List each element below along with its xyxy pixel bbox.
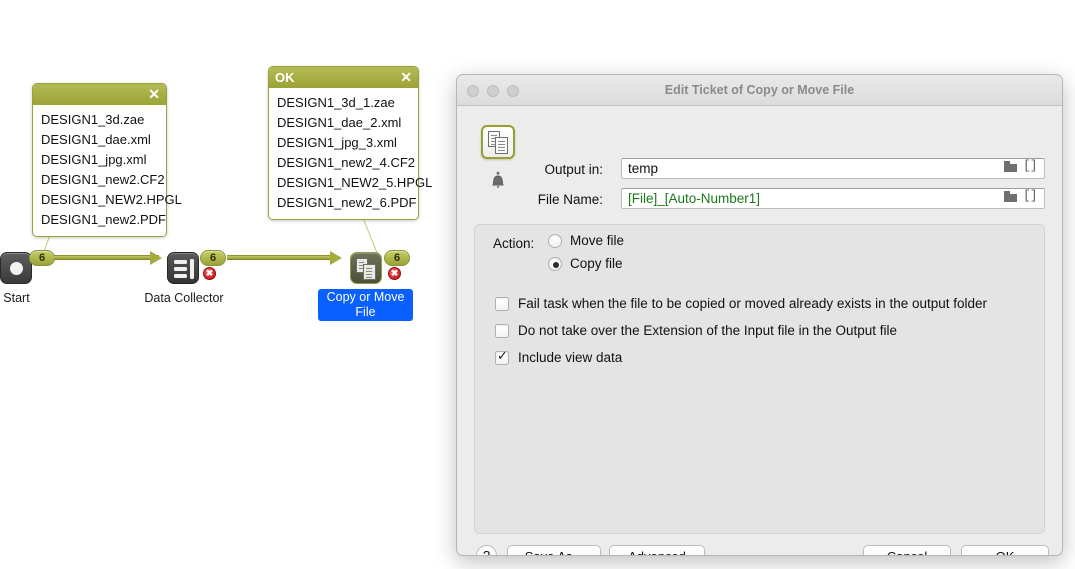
radio-move-file-control[interactable]	[548, 233, 562, 248]
badge-start-count[interactable]: 6	[29, 250, 55, 266]
close-icon[interactable]: ✕	[400, 67, 412, 88]
file-name-label: File Name:	[537, 192, 603, 207]
copy-doc-front	[363, 264, 376, 280]
list-item: DESIGN1_dae.xml	[41, 132, 151, 147]
collector-bar-1	[174, 260, 187, 264]
output-field-icons: []	[1004, 159, 1038, 172]
list-item: DESIGN1_jpg.xml	[41, 152, 147, 167]
list-item: DESIGN1_new2.CF2	[41, 172, 165, 187]
badge-collector-count[interactable]: 6	[200, 250, 226, 266]
advanced-button[interactable]: Advanced	[609, 545, 705, 556]
popup-2-header: OK ✕	[269, 67, 418, 88]
variable-brackets-icon[interactable]: []	[1023, 159, 1038, 172]
popup-1-file-list: DESIGN1_3d.zae DESIGN1_dae.xml DESIGN1_j…	[33, 105, 182, 236]
variable-brackets-icon[interactable]: []	[1023, 189, 1038, 202]
list-item: DESIGN1_3d_1.zae	[277, 95, 395, 110]
checkbox-no-extension[interactable]: Do not take over the Extension of the In…	[495, 323, 897, 338]
dialog-title: Edit Ticket of Copy or Move File	[664, 83, 855, 97]
checkbox-no-extension-control[interactable]	[495, 323, 509, 338]
popup-2-file-list: DESIGN1_3d_1.zae DESIGN1_dae_2.xml DESIG…	[269, 88, 433, 219]
radio-move-file-label: Move file	[570, 233, 625, 248]
chevron-down-icon	[687, 555, 695, 556]
collector-bar-4	[190, 259, 194, 279]
side-icon-doc-front	[495, 137, 508, 154]
save-as-button[interactable]: Save As...	[507, 545, 601, 555]
checkbox-no-extension-label: Do not take over the Extension of the In…	[518, 323, 897, 338]
list-item: DESIGN1_new2.PDF	[41, 212, 166, 227]
help-button[interactable]: ?	[476, 545, 497, 555]
checkbox-include-view-data-control[interactable]	[495, 349, 509, 365]
list-item: DESIGN1_jpg_3.xml	[277, 135, 397, 150]
dialog-footer: ? Save As... Advanced Cancel OK	[457, 543, 1062, 556]
ok-button[interactable]: OK	[961, 545, 1049, 555]
node-copy-label-tag[interactable]: Copy or Move File	[318, 289, 413, 321]
list-item: DESIGN1_3d.zae	[41, 112, 145, 127]
badge-copy-count[interactable]: 6	[384, 250, 410, 266]
node-copy-label-line1: Copy or Move	[326, 290, 405, 304]
file-list-popup-input: ✕ DESIGN1_3d.zae DESIGN1_dae.xml DESIGN1…	[32, 83, 182, 237]
list-item: DESIGN1_new2_6.PDF	[277, 195, 417, 210]
radio-copy-file-label: Copy file	[570, 256, 623, 271]
error-badge-collector[interactable]: ✖	[203, 267, 216, 280]
file-name-input[interactable]: [File]_[Auto-Number1]	[621, 188, 1045, 209]
folder-icon[interactable]	[1004, 190, 1017, 202]
checkbox-fail-task-control[interactable]	[495, 296, 509, 311]
popup-2-title: OK	[275, 70, 295, 85]
screen: 6 Start 6 ✖ Data Collector 6 ✖ Copy or M…	[0, 0, 1075, 569]
copy-move-file-icon[interactable]	[481, 125, 515, 159]
collector-bar-2	[174, 267, 187, 271]
cancel-button[interactable]: Cancel	[863, 545, 951, 555]
node-start-label: Start	[3, 291, 30, 305]
list-item: DESIGN1_NEW2_5.HPGL	[277, 175, 433, 190]
checkbox-include-view-data-label: Include view data	[518, 350, 623, 365]
node-copy-or-move-file-icon[interactable]	[350, 252, 382, 284]
error-badge-copy[interactable]: ✖	[388, 267, 401, 280]
radio-move-file[interactable]: Move file	[548, 233, 624, 248]
list-item: DESIGN1_new2_4.CF2	[277, 155, 416, 170]
checkbox-fail-task[interactable]: Fail task when the file to be copied or …	[495, 296, 987, 311]
arrowhead-2	[330, 251, 342, 265]
options-panel: Action: Move file Copy file Fail task wh…	[474, 224, 1045, 534]
node-start-icon[interactable]	[0, 252, 32, 284]
connector-start-to-collector	[54, 255, 159, 260]
popup-1-header: ✕	[33, 84, 166, 105]
node-copy-label-line2: File	[355, 305, 376, 319]
output-in-input[interactable]: temp	[621, 158, 1045, 179]
close-icon[interactable]: ✕	[148, 84, 160, 105]
collector-bar-3	[174, 274, 187, 278]
edit-ticket-dialog: Edit Ticket of Copy or Move File Output …	[456, 74, 1063, 556]
connector-collector-to-copy	[227, 255, 335, 260]
advanced-button-label: Advanced	[628, 549, 686, 555]
node-data-collector-icon[interactable]	[167, 252, 199, 284]
file-list-popup-output: OK ✕ DESIGN1_3d_1.zae DESIGN1_dae_2.xml …	[268, 66, 433, 220]
checkbox-fail-task-label: Fail task when the file to be copied or …	[518, 296, 988, 311]
radio-copy-file-control[interactable]	[548, 256, 562, 271]
arrowhead-1	[150, 251, 162, 265]
node-data-collector-label: Data Collector	[144, 291, 224, 305]
dialog-titlebar[interactable]: Edit Ticket of Copy or Move File	[457, 75, 1062, 106]
output-in-label: Output in:	[544, 162, 603, 177]
checkbox-include-view-data[interactable]: Include view data	[495, 349, 623, 365]
folder-icon[interactable]	[1004, 160, 1017, 172]
action-label: Action:	[493, 236, 535, 251]
list-item: DESIGN1_NEW2.HPGL	[41, 192, 182, 207]
list-item: DESIGN1_dae_2.xml	[277, 115, 402, 130]
file-name-field-icons: []	[1004, 189, 1038, 202]
radio-copy-file[interactable]: Copy file	[548, 256, 623, 271]
